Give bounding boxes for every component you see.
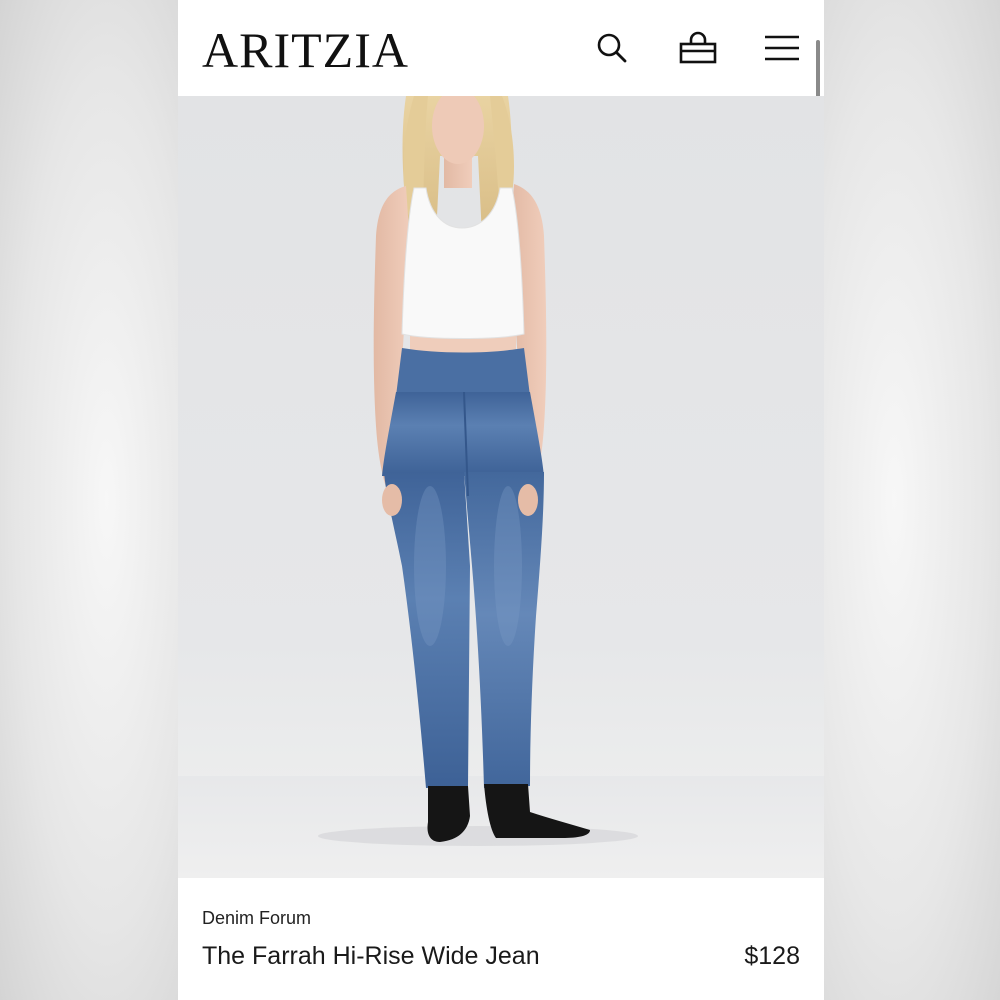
jeans-hips [382,392,544,476]
search-icon [597,33,627,63]
blurred-background-left [0,0,178,1000]
right-hand [518,484,538,516]
left-hand [382,484,402,516]
jeans-waistband [396,348,530,396]
screen: ARITZIA Denim Forum The Farrah Hi-Rise W… [0,0,1000,1000]
model-photo [178,96,824,878]
shopping-bag-button[interactable] [678,28,718,68]
menu-icon [765,35,799,61]
menu-button[interactable] [762,28,802,68]
product-page: ARITZIA Denim Forum The Farrah Hi-Rise W… [178,0,824,1000]
product-brand[interactable]: Denim Forum [202,908,311,929]
denim-fade-right [494,486,522,646]
white-tank-top [401,187,525,339]
product-price: $128 [744,942,800,970]
header-bar: ARITZIA [178,0,824,96]
floor-shadow [318,826,638,846]
product-info: Denim Forum The Farrah Hi-Rise Wide Jean… [178,878,824,1000]
product-name[interactable]: The Farrah Hi-Rise Wide Jean [202,938,542,974]
shopping-bag-icon [679,31,717,64]
product-hero-image[interactable] [178,96,824,878]
brand-logo[interactable]: ARITZIA [202,24,409,76]
denim-fade-left [414,486,446,646]
blurred-background-right [824,0,1000,1000]
search-button[interactable] [592,28,632,68]
